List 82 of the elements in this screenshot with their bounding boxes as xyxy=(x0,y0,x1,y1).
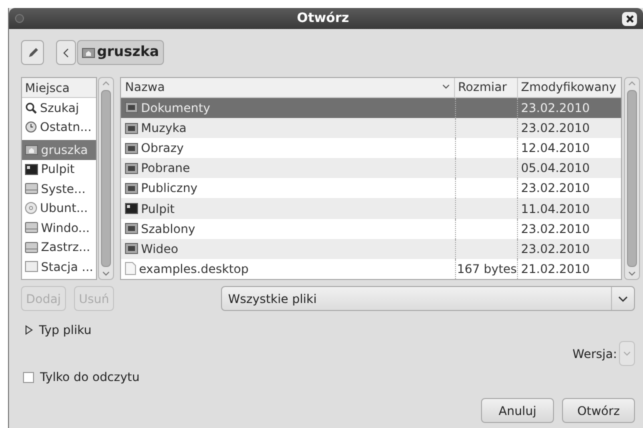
place-item[interactable]: Zastrz... xyxy=(22,238,96,257)
place-item[interactable]: Ostatn... xyxy=(22,118,96,137)
file-name: Pobrane xyxy=(141,160,190,178)
file-name: Szablony xyxy=(141,220,196,238)
column-title: Nazwa xyxy=(125,79,165,96)
drive-icon xyxy=(25,183,38,194)
place-item[interactable]: Stacja ... xyxy=(22,257,96,276)
file-row[interactable]: Muzyka 23.02.2010 xyxy=(121,118,621,138)
drive-icon xyxy=(25,222,38,234)
back-button[interactable] xyxy=(56,40,76,65)
column-header[interactable]: Zmodyfikowany xyxy=(518,78,621,97)
file-name: Pulpit xyxy=(141,200,175,218)
file-date: 12.04.2010 xyxy=(520,140,591,158)
disc-icon xyxy=(25,202,37,214)
chevron-down-icon xyxy=(623,351,631,356)
file-name: examples.desktop xyxy=(139,260,249,278)
file-name: Dokumenty xyxy=(141,100,210,117)
file-type-expander[interactable]: Typ pliku xyxy=(25,321,92,339)
scrollbar[interactable] xyxy=(98,77,114,280)
folder-icon xyxy=(125,182,138,194)
file-row[interactable]: Wideo 23.02.2010 xyxy=(121,238,621,259)
place-item[interactable]: Szukaj xyxy=(22,98,96,118)
chevron-left-icon xyxy=(63,48,69,58)
file-size: 167 bytes xyxy=(457,260,517,278)
path-button[interactable]: gruszka xyxy=(77,40,164,65)
window-title: Otwórz xyxy=(296,10,350,28)
column-header[interactable]: Miejsca xyxy=(22,78,96,98)
filter-dropdown[interactable]: Wszystkie pliki xyxy=(221,286,636,311)
file-name: Publiczny xyxy=(141,180,198,198)
edit-path-button[interactable] xyxy=(21,40,44,65)
pencil-icon xyxy=(26,46,38,58)
scrollbar[interactable] xyxy=(624,77,640,280)
file-date: 23.02.2010 xyxy=(520,180,591,198)
column-header[interactable]: Rozmiar xyxy=(455,78,518,97)
file-date: 23.02.2010 xyxy=(520,100,591,117)
home-folder-icon xyxy=(25,144,38,156)
place-item[interactable]: Windo... xyxy=(22,218,96,238)
place-item[interactable]: Ubunt... xyxy=(22,198,96,218)
version-label: Wersja: xyxy=(572,346,617,362)
folder-icon xyxy=(125,223,138,234)
close-icon xyxy=(626,14,634,22)
file-name: Muzyka xyxy=(141,120,186,138)
drive-icon xyxy=(25,242,38,253)
folder-icon xyxy=(125,162,138,174)
file-row[interactable]: Dokumenty 23.02.2010 xyxy=(121,98,621,118)
file-row[interactable]: Pulpit 11.04.2010 xyxy=(121,198,621,219)
close-button[interactable] xyxy=(622,12,637,26)
dialog-button[interactable]: Otwórz xyxy=(562,398,635,423)
file-name: Obrazy xyxy=(141,140,184,158)
file-date: 11.04.2010 xyxy=(520,200,591,218)
file-row[interactable]: Pobrane 05.04.2010 xyxy=(121,158,621,178)
search-icon xyxy=(25,102,37,114)
folder-icon xyxy=(125,243,138,254)
sort-icon xyxy=(442,84,450,90)
file-date: 23.02.2010 xyxy=(520,240,591,258)
column-header[interactable]: Nazwa xyxy=(121,78,455,97)
desktop-icon xyxy=(25,164,38,175)
folder-icon xyxy=(125,102,138,114)
folder-icon xyxy=(125,142,138,154)
checkbox[interactable] xyxy=(23,372,34,382)
file-name: Wideo xyxy=(141,240,178,258)
dialog-button[interactable]: Anuluj xyxy=(481,398,554,423)
file-icon xyxy=(125,262,136,276)
read-only-checkbox[interactable]: Tylko do odczytu xyxy=(23,368,140,386)
file-date: 23.02.2010 xyxy=(520,220,591,238)
file-date: 23.02.2010 xyxy=(520,120,591,138)
place-item[interactable]: gruszka xyxy=(22,140,96,160)
home-folder-icon xyxy=(82,47,95,58)
drive-icon xyxy=(25,261,38,272)
triangle-right-icon xyxy=(25,325,33,335)
file-date: 21.02.2010 xyxy=(520,260,591,278)
file-date: 05.04.2010 xyxy=(520,160,591,178)
place-item[interactable]: Pulpit xyxy=(22,160,96,179)
folder-icon xyxy=(125,122,138,134)
file-row[interactable]: Publiczny 23.02.2010 xyxy=(121,178,621,198)
desktop-icon xyxy=(125,203,138,214)
version-dropdown[interactable] xyxy=(619,341,635,366)
file-row[interactable]: Szablony 23.02.2010 xyxy=(121,218,621,239)
chevron-down-icon xyxy=(618,296,628,302)
window-menu-button[interactable] xyxy=(15,14,24,23)
place-item[interactable]: Syste... xyxy=(22,179,96,198)
clock-icon xyxy=(25,121,37,134)
